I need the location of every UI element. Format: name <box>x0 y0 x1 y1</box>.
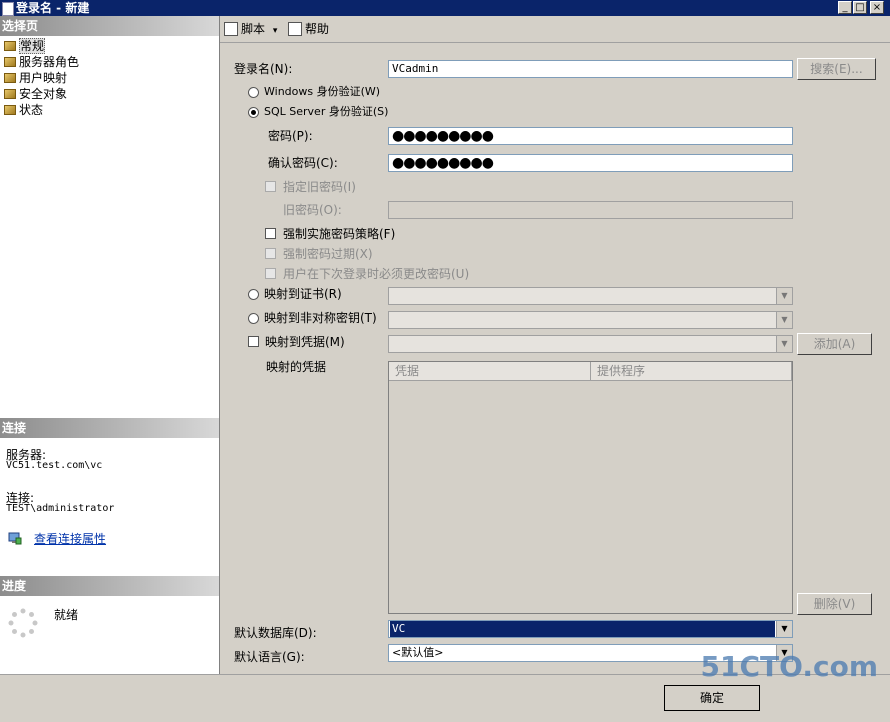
column-header-provider[interactable]: 提供程序 <box>591 362 792 381</box>
page-icon <box>4 105 16 115</box>
window-title: 登录名 - 新建 <box>16 1 90 15</box>
page-icon <box>4 41 16 51</box>
windows-auth-label: Windows 身份验证(W) <box>264 85 381 98</box>
chevron-down-icon: ▼ <box>776 288 792 304</box>
page-icon <box>4 73 16 83</box>
nav-item-label: 服务器角色 <box>19 55 80 69</box>
help-label: 帮助 <box>305 22 330 36</box>
map-cert-radio[interactable] <box>248 289 259 300</box>
nav-item-label: 常规 <box>19 38 46 54</box>
close-button[interactable]: × <box>870 1 884 14</box>
default-db-combo[interactable]: VC ▼ <box>388 620 793 638</box>
chevron-down-icon: ▼ <box>776 336 792 352</box>
enforce-policy-label: 强制实施密码策略(F) <box>283 227 396 241</box>
nav-item-general[interactable]: 常规 <box>4 38 46 54</box>
map-cert-label: 映射到证书(R) <box>264 287 342 301</box>
cert-combo[interactable]: ▼ <box>388 287 793 305</box>
default-lang-value: <默认值> <box>392 646 444 659</box>
script-button[interactable]: 脚本 ▾ <box>224 21 277 37</box>
add-button[interactable]: 添加(A) <box>797 333 872 355</box>
login-name-input[interactable]: VCadmin <box>388 60 793 78</box>
enforce-expiration-label: 强制密码过期(X) <box>283 247 373 261</box>
sql-auth-label: SQL Server 身份验证(S) <box>264 105 389 118</box>
nav-item-securables[interactable]: 安全对象 <box>4 86 67 102</box>
default-lang-label: 默认语言(G): <box>234 650 305 664</box>
nav-item-server-roles[interactable]: 服务器角色 <box>4 54 79 70</box>
confirm-password-label: 确认密码(C): <box>268 156 338 170</box>
must-change-label: 用户在下次登录时必须更改密码(U) <box>283 267 470 281</box>
chevron-down-icon: ▼ <box>776 312 792 328</box>
title-bar: 登录名 - 新建 _ □ × <box>0 0 890 16</box>
windows-auth-radio[interactable] <box>248 87 259 98</box>
progress-header: 进度 <box>0 576 219 596</box>
column-header-credential[interactable]: 凭据 <box>389 362 591 381</box>
app-icon <box>2 2 14 16</box>
connection-header: 连接 <box>0 418 219 438</box>
script-label: 脚本 <box>241 22 266 36</box>
help-button[interactable]: 帮助 <box>288 21 329 37</box>
specify-old-password-label: 指定旧密码(I) <box>283 180 356 194</box>
page-icon <box>4 57 16 67</box>
specify-old-password-checkbox[interactable] <box>265 181 276 192</box>
password-input[interactable]: ●●●●●●●●● <box>388 127 793 145</box>
default-db-label: 默认数据库(D): <box>234 626 317 640</box>
old-password-label: 旧密码(O): <box>283 203 342 217</box>
old-password-input[interactable] <box>388 201 793 219</box>
map-asym-key-label: 映射到非对称密钥(T) <box>264 311 377 325</box>
nav-item-label: 安全对象 <box>19 87 68 101</box>
server-value: VC51.test.com\vc <box>6 460 103 471</box>
select-page-header: 选择页 <box>0 16 219 36</box>
nav-item-label: 状态 <box>19 103 44 117</box>
remove-button[interactable]: 删除(V) <box>797 593 872 615</box>
mapped-credentials-label: 映射的凭据 <box>266 360 327 374</box>
map-credential-label: 映射到凭据(M) <box>265 335 345 349</box>
page-icon <box>4 89 16 99</box>
maximize-button[interactable]: □ <box>853 1 867 14</box>
credential-combo[interactable]: ▼ <box>388 335 793 353</box>
nav-item-status[interactable]: 状态 <box>4 102 43 118</box>
connection-value: TEST\administrator <box>6 503 115 514</box>
enforce-expiration-checkbox[interactable] <box>265 248 276 259</box>
default-db-value: VC <box>390 621 775 637</box>
script-icon <box>224 22 238 36</box>
password-label: 密码(P): <box>268 129 313 143</box>
map-credential-checkbox[interactable] <box>248 336 259 347</box>
chevron-down-icon: ▾ <box>272 26 278 36</box>
must-change-checkbox[interactable] <box>265 268 276 279</box>
progress-status: 就绪 <box>54 608 79 622</box>
ok-button[interactable]: 确定 <box>664 685 760 711</box>
spinner-icon <box>8 608 38 638</box>
sql-auth-radio[interactable] <box>248 107 259 118</box>
enforce-policy-checkbox[interactable] <box>265 228 276 239</box>
connection-properties-icon <box>8 532 22 545</box>
nav-item-label: 用户映射 <box>19 71 68 85</box>
toolbar: 脚本 ▾ 帮助 <box>220 16 890 43</box>
search-button[interactable]: 搜索(E)... <box>797 58 876 80</box>
confirm-password-input[interactable]: ●●●●●●●●● <box>388 154 793 172</box>
help-icon <box>288 22 302 36</box>
view-connection-properties-link[interactable]: 查看连接属性 <box>34 530 106 547</box>
nav-item-user-mapping[interactable]: 用户映射 <box>4 70 67 86</box>
watermark: 51CTO.com <box>700 650 878 683</box>
login-name-label: 登录名(N): <box>234 62 293 76</box>
left-pane: 选择页 常规 服务器角色 用户映射 安全对象 状态 连接 服务器: VC51.t… <box>0 16 220 674</box>
mapped-credentials-grid[interactable]: 凭据 提供程序 <box>388 361 793 614</box>
minimize-button[interactable]: _ <box>838 1 852 14</box>
map-asym-key-radio[interactable] <box>248 313 259 324</box>
asym-key-combo[interactable]: ▼ <box>388 311 793 329</box>
chevron-down-icon: ▼ <box>776 621 792 637</box>
